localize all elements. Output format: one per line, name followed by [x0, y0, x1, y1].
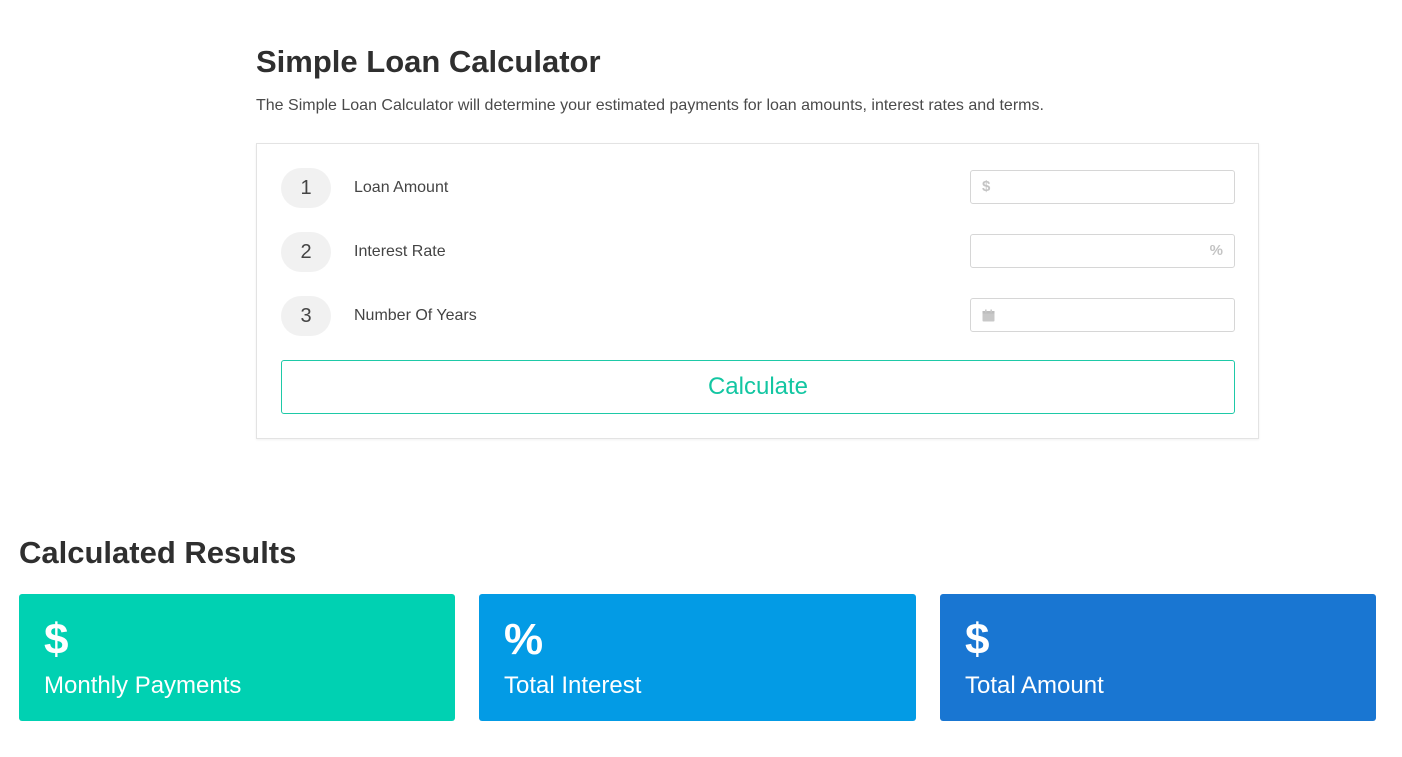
dollar-icon: $ — [44, 615, 69, 664]
number-of-years-input[interactable] — [971, 299, 1234, 331]
step-number-badge: 2 — [281, 232, 331, 272]
interest-rate-field: % — [970, 234, 1235, 268]
loan-amount-input[interactable] — [971, 171, 1234, 203]
calculate-button[interactable]: Calculate — [281, 360, 1235, 414]
step-number-badge: 3 — [281, 296, 331, 336]
monthly-payments-label: Monthly Payments — [44, 672, 242, 699]
number-of-years-field — [970, 298, 1235, 332]
calculator-form-card: 1 Loan Amount $ 2 Interest Rate % 3 Numb… — [256, 143, 1259, 439]
total-interest-label: Total Interest — [504, 672, 642, 699]
calculated-results-section: Calculated Results $ Monthly Payments % … — [19, 531, 1376, 721]
total-amount-card: $ Total Amount — [940, 594, 1376, 721]
page-description: The Simple Loan Calculator will determin… — [256, 97, 1044, 114]
page: Simple Loan Calculator The Simple Loan C… — [0, 0, 1402, 757]
dollar-icon: $ — [965, 615, 990, 664]
loan-amount-label: Loan Amount — [354, 179, 449, 196]
loan-amount-row: 1 Loan Amount $ — [281, 168, 1235, 208]
interest-rate-input[interactable] — [971, 235, 1234, 267]
interest-rate-row: 2 Interest Rate % — [281, 232, 1235, 272]
step-number-badge: 1 — [281, 168, 331, 208]
page-title: Simple Loan Calculator — [256, 44, 601, 79]
results-title: Calculated Results — [19, 535, 297, 570]
percent-icon: % — [1209, 242, 1223, 259]
monthly-payments-card: $ Monthly Payments — [19, 594, 455, 721]
total-interest-card: % Total Interest — [479, 594, 916, 721]
total-amount-label: Total Amount — [965, 672, 1104, 699]
number-of-years-label: Number Of Years — [354, 307, 477, 324]
percent-icon: % — [504, 615, 544, 664]
loan-amount-field: $ — [970, 170, 1235, 204]
interest-rate-label: Interest Rate — [354, 243, 446, 260]
number-of-years-row: 3 Number Of Years — [281, 296, 1235, 336]
loan-calculator-section: Simple Loan Calculator The Simple Loan C… — [256, 40, 1259, 439]
